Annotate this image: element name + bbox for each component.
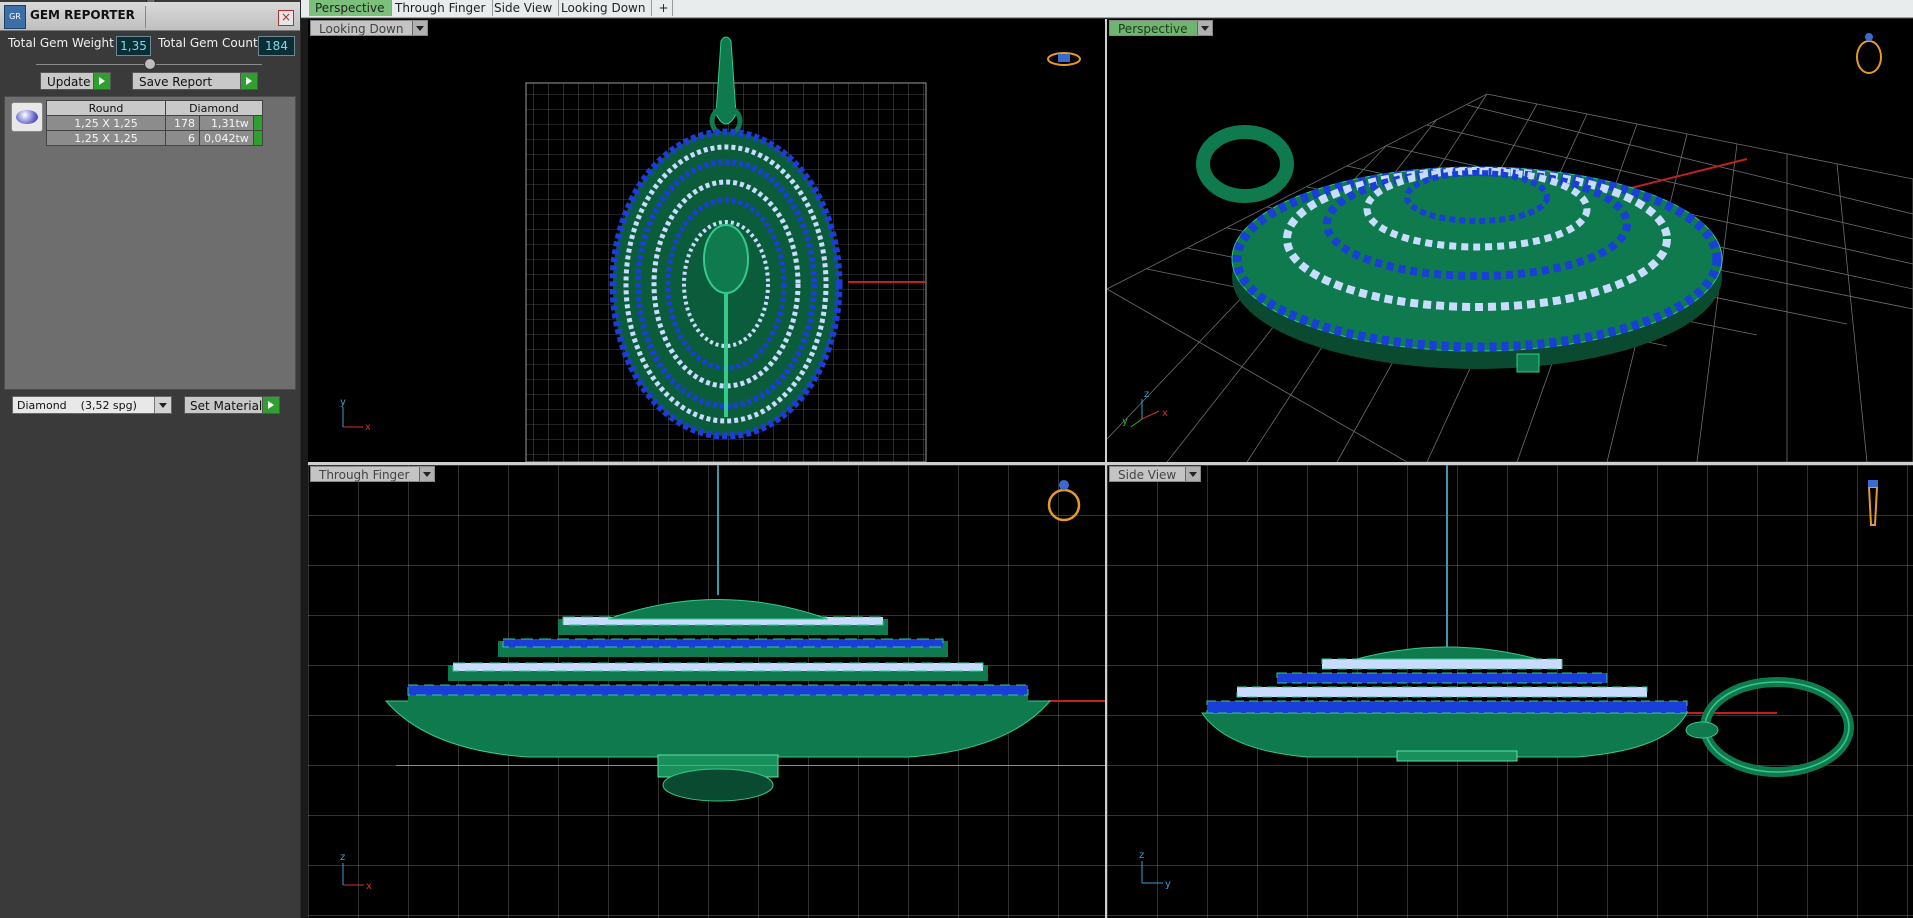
tab-looking-down[interactable]: Looking Down: [555, 0, 653, 16]
axis-label-z: z: [340, 852, 345, 863]
center-stone-cluster: [703, 224, 749, 294]
total-gem-weight-value: 1,35: [116, 36, 151, 56]
total-gem-weight-label: Total Gem Weight: [8, 36, 114, 50]
viewport-label-through-finger[interactable]: Through Finger: [310, 466, 435, 482]
outer-stone-row: [407, 684, 1029, 696]
guide-line: [396, 765, 1105, 766]
outer-stone-row: [1206, 700, 1688, 714]
gem-material-header: Diamond: [165, 100, 263, 116]
add-tab-icon[interactable]: +: [655, 0, 673, 16]
axis-label-z: z: [1139, 850, 1144, 861]
stone-row-2: [452, 662, 984, 672]
play-arrow-icon: [240, 73, 257, 89]
chevron-down-icon: [1185, 467, 1201, 481]
viewport-label-text: Through Finger: [319, 468, 410, 482]
gem-weight-cell: 1,31tw: [199, 115, 254, 131]
material-select-value: Diamond (3,52 spg): [17, 399, 137, 412]
gem-reporter-panel: GR GEM REPORTER × Total Gem Weight 1,35 …: [0, 0, 300, 918]
play-arrow-icon: [262, 397, 279, 413]
round-diamond-gem-icon[interactable]: [11, 102, 43, 132]
axis-label-y: y: [1165, 879, 1171, 890]
total-gem-count-label: Total Gem Count: [158, 36, 258, 50]
stone-row-3: [1276, 672, 1608, 684]
gem-weight-cell: 0,042tw: [199, 130, 254, 146]
table-row[interactable]: 1,25 X 1,25 178 1,31tw: [46, 115, 263, 131]
save-report-button[interactable]: Save Report: [132, 72, 258, 90]
pendant-bail-loop: [1196, 125, 1294, 203]
panel-title: GEM REPORTER: [30, 8, 135, 22]
viewport-label-text: Side View: [1118, 468, 1177, 482]
viewport-splitter-vertical[interactable]: [1105, 19, 1107, 918]
through-finger-render: z x: [308, 465, 1105, 918]
gem-size-cell: 1,25 X 1,25: [46, 130, 166, 146]
viewport-label-side-view[interactable]: Side View: [1109, 466, 1202, 482]
side-view-render: z y: [1107, 465, 1913, 918]
looking-down-render: y x: [340, 36, 1081, 462]
panel-resize-handle[interactable]: [144, 58, 156, 70]
pendant-body: [384, 700, 1052, 758]
save-report-button-label: Save Report: [139, 75, 213, 89]
viewport-side-view[interactable]: Side View z y: [1107, 465, 1913, 918]
select-row-arrow-icon[interactable]: [252, 115, 263, 131]
viewport-perspective[interactable]: Perspective z y x: [1107, 19, 1913, 462]
ring-top-view-icon[interactable]: [1047, 52, 1081, 66]
stone-row-2: [1236, 686, 1648, 698]
viewport-label-looking-down[interactable]: Looking Down: [310, 20, 429, 36]
pendant-foot: [1516, 353, 1540, 373]
gem-count-cell: 178: [165, 115, 200, 131]
chevron-down-icon: [154, 397, 171, 413]
gem-list: Round Diamond 1,25 X 1,25 178 1,31tw 1,2…: [4, 96, 296, 390]
tab-through-finger[interactable]: Through Finger: [389, 0, 493, 16]
perspective-render: z y x: [1107, 33, 1913, 462]
viewport-label-text: Perspective: [1118, 22, 1188, 36]
title-divider: [145, 6, 146, 28]
axis-label-x: x: [1162, 408, 1168, 419]
ring-perspective-icon[interactable]: [1856, 33, 1882, 74]
bottom-gallery: [662, 768, 774, 802]
tab-perspective[interactable]: Perspective: [309, 0, 392, 16]
tab-side-view[interactable]: Side View: [488, 0, 560, 16]
stone-row-4: [1321, 658, 1563, 670]
view-tab-strip: Perspective Through Finger Side View Loo…: [301, 0, 1913, 18]
viewport-looking-down[interactable]: Looking Down y x: [308, 19, 1105, 462]
viewport-frame-edge: [301, 19, 308, 918]
select-row-arrow-icon[interactable]: [252, 130, 263, 146]
viewport-through-finger[interactable]: Through Finger z x: [308, 465, 1105, 918]
pendant-body: [1201, 712, 1688, 758]
x-axis-gizmo: [1141, 410, 1160, 420]
stone-row-3: [502, 638, 944, 648]
axis-label-x: x: [366, 881, 372, 892]
gem-count-cell: 6: [165, 130, 200, 146]
gem-table: Round Diamond 1,25 X 1,25 178 1,31tw 1,2…: [46, 100, 263, 146]
total-gem-count-value: 184: [258, 36, 295, 56]
y-axis-gizmo: [1130, 418, 1143, 428]
gem-size-cell: 1,25 X 1,25: [46, 115, 166, 131]
axis-label-z: z: [1144, 389, 1149, 400]
play-arrow-icon: [93, 73, 110, 89]
bail-connector: [1685, 721, 1719, 739]
update-button[interactable]: Update: [40, 72, 111, 90]
center-post: [1396, 750, 1518, 762]
viewport-label-perspective[interactable]: Perspective: [1109, 20, 1213, 36]
panel-titlebar[interactable]: GR GEM REPORTER ×: [0, 2, 300, 31]
gem-reporter-logo-icon: GR: [4, 5, 26, 29]
set-material-button-label: Set Material: [190, 399, 263, 413]
set-material-button[interactable]: Set Material: [184, 396, 280, 414]
update-button-label: Update: [47, 75, 91, 89]
viewport-splitter-horizontal[interactable]: [308, 462, 1913, 465]
close-panel-button[interactable]: ×: [278, 10, 294, 26]
x-axis-line: [1626, 158, 1748, 190]
table-row[interactable]: 1,25 X 1,25 6 0,042tw: [46, 130, 263, 146]
gem-table-header-row: Round Diamond: [46, 100, 263, 116]
viewport-label-text: Looking Down: [319, 22, 404, 36]
axis-label-y: y: [340, 397, 346, 408]
chevron-down-icon: [418, 467, 434, 481]
chevron-down-icon: [1196, 21, 1212, 35]
axis-label-y: y: [1122, 416, 1128, 427]
gem-shape-header: Round: [46, 100, 166, 116]
chevron-down-icon: [412, 21, 428, 35]
material-select[interactable]: Diamond (3,52 spg): [12, 396, 172, 414]
axis-label-x: x: [365, 422, 371, 433]
